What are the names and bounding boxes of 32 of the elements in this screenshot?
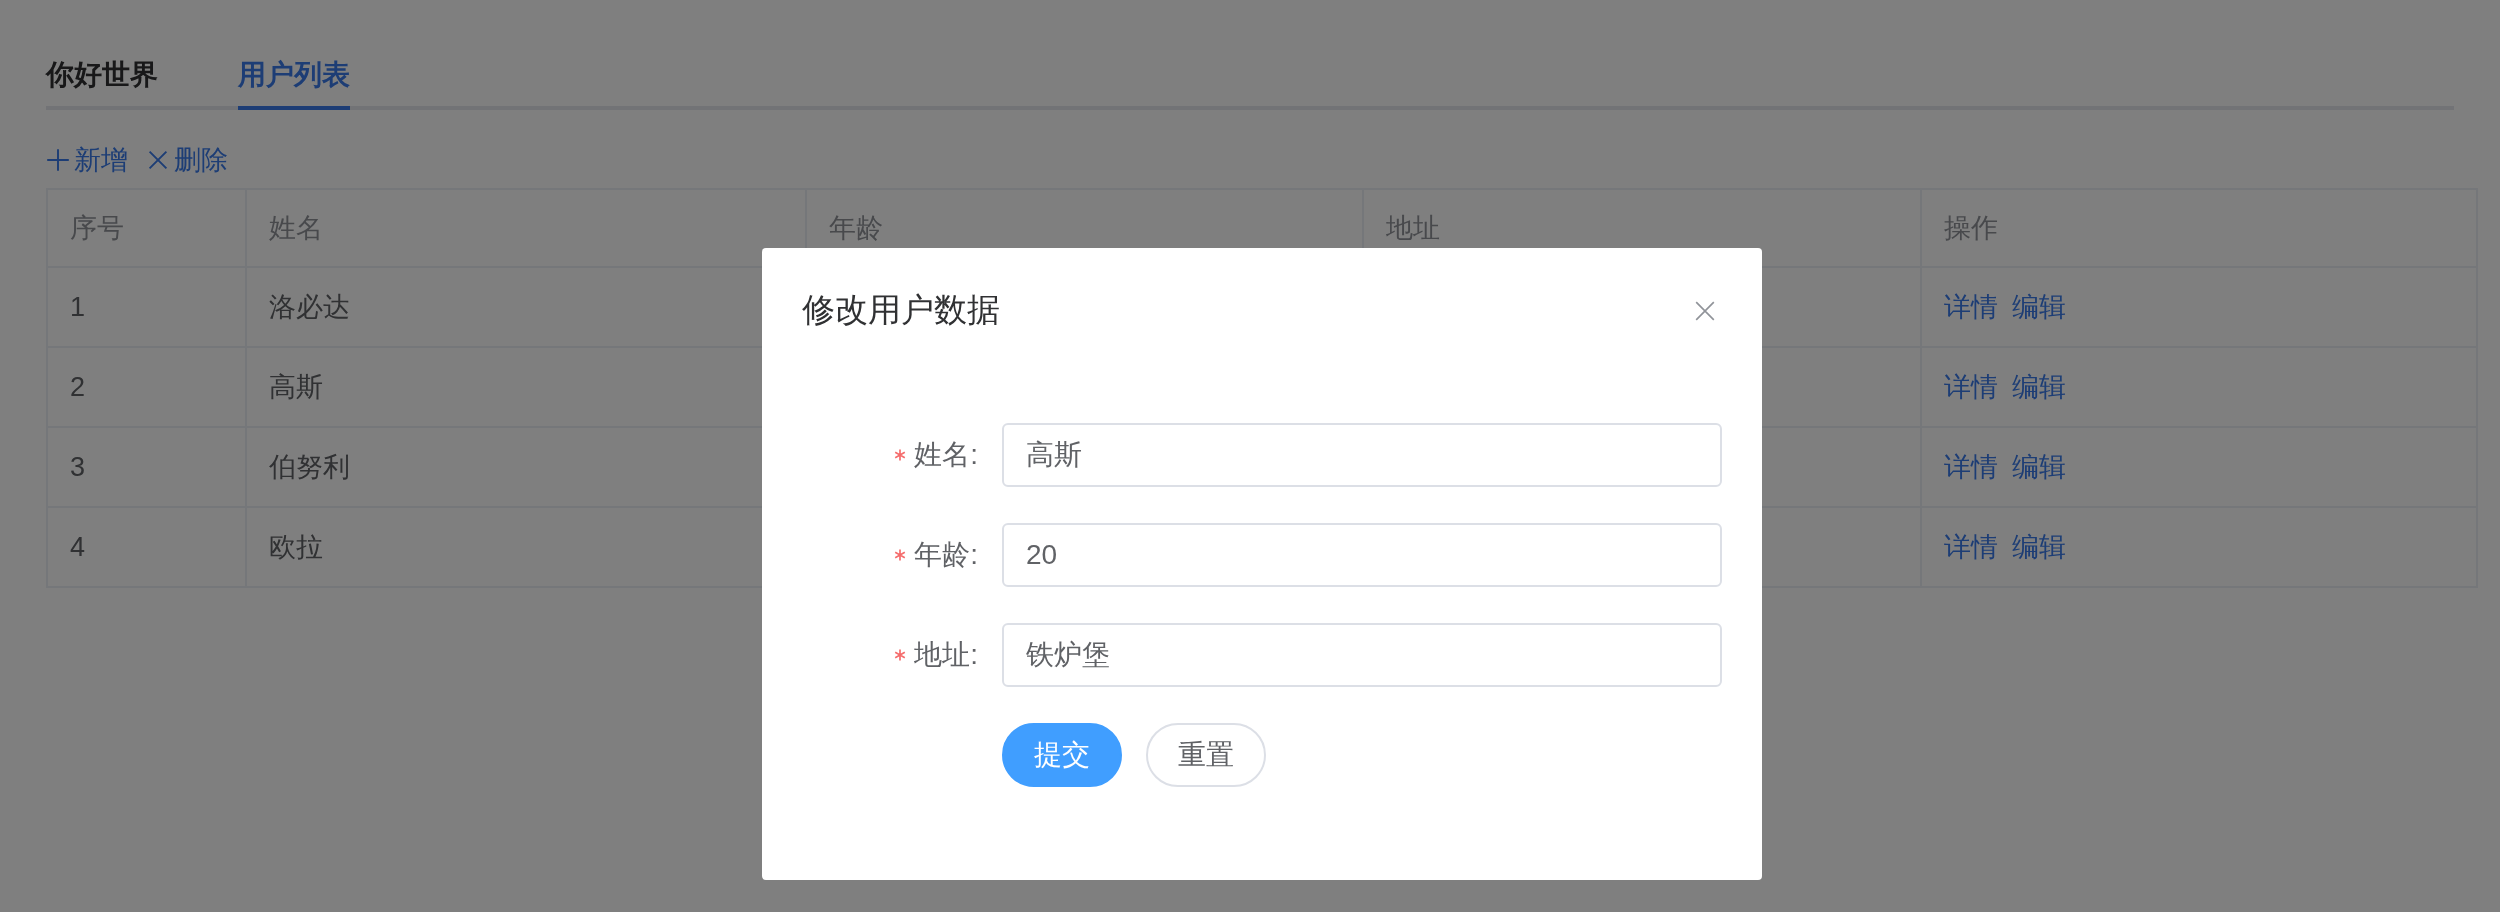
tab[interactable]: 你好世界 xyxy=(46,44,158,110)
field-label: 年龄: xyxy=(914,538,978,572)
field-label: 姓名: xyxy=(914,438,978,472)
table-cell: 伯努利 xyxy=(269,452,350,482)
field-label: 地址: xyxy=(914,638,978,672)
table-cell: 3 xyxy=(70,451,86,482)
table-cell: 洛必达 xyxy=(269,292,350,322)
tab[interactable]: 用户列表 xyxy=(238,44,350,110)
details-link[interactable]: 详情 xyxy=(1944,452,1998,482)
table-cell: 2 xyxy=(70,371,86,402)
add-button[interactable]: 新增 xyxy=(46,142,128,178)
table-cell: 4 xyxy=(70,531,86,562)
table-cell: 高斯 xyxy=(269,372,323,402)
reset-button[interactable]: 重置 xyxy=(1146,723,1266,787)
close-icon xyxy=(146,148,170,172)
delete-button[interactable]: 删除 xyxy=(146,142,228,178)
details-link[interactable]: 详情 xyxy=(1944,372,1998,402)
details-link[interactable]: 详情 xyxy=(1944,292,1998,322)
input-field[interactable]: 铁炉堡 xyxy=(1002,623,1722,687)
close-icon[interactable] xyxy=(1694,299,1716,322)
edit-link[interactable]: 编辑 xyxy=(2012,532,2066,562)
input-field[interactable]: 高斯 xyxy=(1002,423,1722,487)
edit-link[interactable]: 编辑 xyxy=(2012,292,2066,322)
input-field[interactable]: 20 xyxy=(1002,523,1722,587)
edit-link[interactable]: 编辑 xyxy=(2012,372,2066,402)
details-link[interactable]: 详情 xyxy=(1944,532,1998,562)
dialog-title: 修改用户数据 xyxy=(802,290,1000,330)
plus-icon xyxy=(46,148,70,172)
submit-button[interactable]: 提交 xyxy=(1002,723,1122,787)
edit-link[interactable]: 编辑 xyxy=(2012,452,2066,482)
table-cell: 1 xyxy=(70,291,86,322)
table-cell: 欧拉 xyxy=(269,532,323,562)
